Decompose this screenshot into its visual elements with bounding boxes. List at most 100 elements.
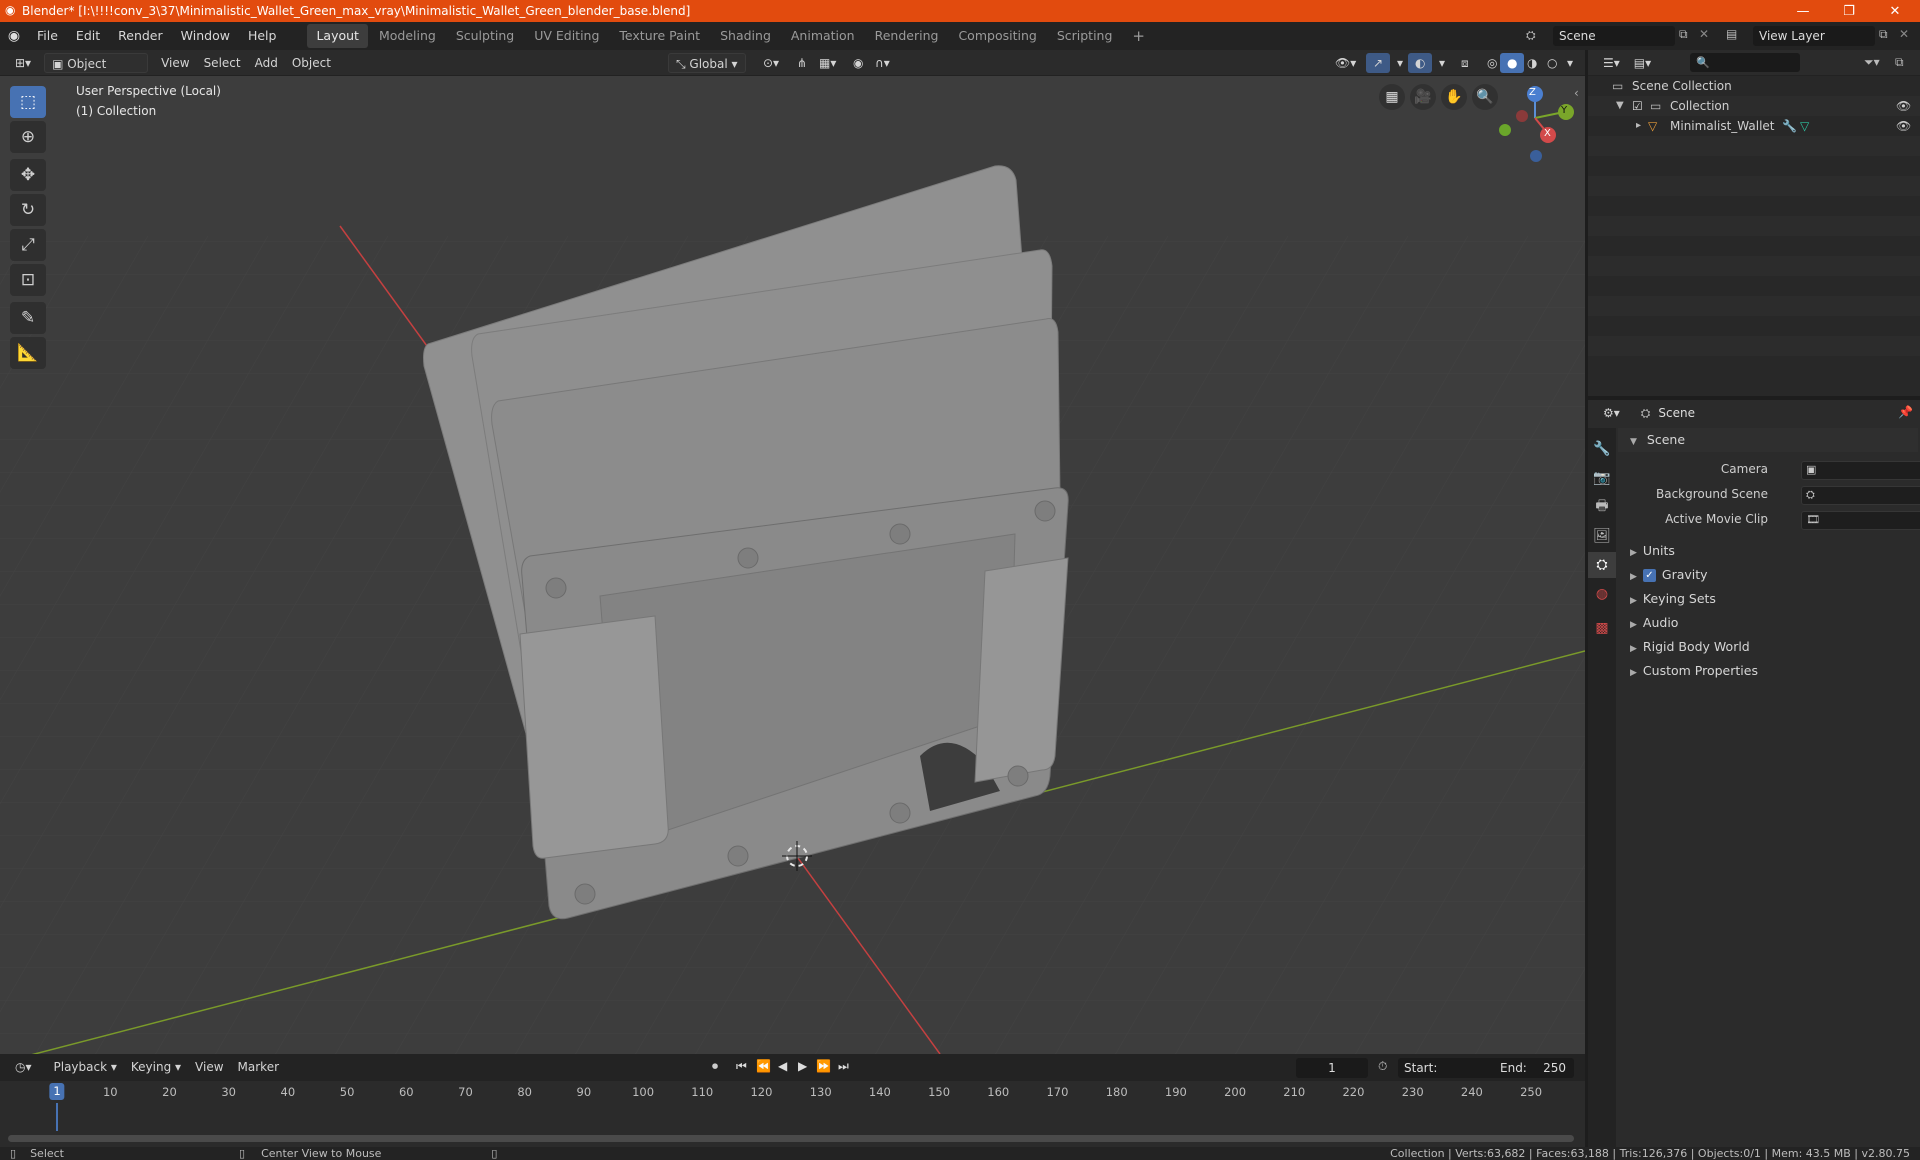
tab-uv-editing[interactable]: UV Editing xyxy=(525,24,608,48)
expand-arrow-icon[interactable]: ▼ xyxy=(1616,96,1624,116)
rigid-body-world-panel-header[interactable]: ▶ Rigid Body World xyxy=(1618,635,1918,659)
new-view-layer-icon[interactable]: ⧉ xyxy=(1879,27,1888,42)
menu-edit[interactable]: Edit xyxy=(67,22,109,50)
snap-target-icon[interactable]: ▦▾ xyxy=(812,53,843,73)
menu-help[interactable]: Help xyxy=(239,22,286,50)
pan-hand-icon[interactable]: ✋ xyxy=(1441,84,1467,110)
exclude-checkbox[interactable]: ☑ xyxy=(1632,96,1643,116)
move-tool-icon[interactable]: ✥ xyxy=(10,159,46,191)
select-box-tool-icon[interactable]: ⬚ xyxy=(10,86,46,118)
3d-viewport[interactable]: Z Y X User Perspective (Local) (1) Colle… xyxy=(0,76,1585,1054)
tab-compositing[interactable]: Compositing xyxy=(949,24,1045,48)
viewport-menu-select[interactable]: Select xyxy=(197,53,248,73)
jump-end-icon[interactable]: ⏭ xyxy=(838,1059,849,1074)
pin-icon[interactable]: 📌 xyxy=(1898,405,1913,419)
pivot-icon[interactable]: ⊙▾ xyxy=(756,53,786,73)
timeline-menu-marker[interactable]: Marker xyxy=(231,1057,286,1077)
close-button[interactable]: ✕ xyxy=(1872,0,1918,22)
transform-tool-icon[interactable]: ⊡ xyxy=(10,264,46,296)
gravity-panel-header[interactable]: ▶ ✓ Gravity xyxy=(1618,563,1918,587)
filter-icon[interactable]: ⏷▾ xyxy=(1864,55,1880,70)
navigation-gizmo[interactable] xyxy=(1499,86,1574,162)
end-frame-field[interactable]: End: 250 xyxy=(1494,1058,1574,1078)
snap-icon[interactable]: ⋔ xyxy=(790,53,814,73)
custom-properties-panel-header[interactable]: ▶ Custom Properties xyxy=(1618,659,1918,683)
viewport-menu-object[interactable]: Object xyxy=(285,53,338,73)
proportional-edit-icon[interactable]: ◉ xyxy=(846,53,870,73)
collection-visibility-eye-icon[interactable]: 👁 xyxy=(1896,96,1911,116)
playhead-line[interactable] xyxy=(56,1103,58,1131)
timeline-track-area[interactable] xyxy=(0,1103,1585,1147)
timeline-ruler[interactable]: 1 10 20 30 40 50 60 70 80 90 100 110 120 130 140 150 160… xyxy=(0,1081,1585,1103)
tab-sculpting[interactable]: Sculpting xyxy=(447,24,523,48)
sidebar-toggle-icon[interactable]: ‹ xyxy=(1574,86,1579,100)
toggle-camera-grid-icon[interactable]: ▦ xyxy=(1379,84,1405,110)
scene-panel-header[interactable]: ▼ Scene xyxy=(1618,428,1918,452)
modifier-wrench-icon[interactable]: 🔧 xyxy=(1782,116,1797,136)
world-tab-icon[interactable]: ◍ xyxy=(1588,581,1616,607)
editor-type-icon[interactable]: ⊞▾ xyxy=(8,53,38,73)
camera-view-icon[interactable]: 🎥 xyxy=(1410,84,1436,110)
display-mode-icon[interactable]: ▤▾ xyxy=(1627,53,1658,73)
object-visibility-eye-icon[interactable]: 👁 xyxy=(1896,116,1911,136)
cursor-tool-icon[interactable]: ⊕ xyxy=(10,121,46,153)
tab-shading[interactable]: Shading xyxy=(711,24,780,48)
tab-texture-paint[interactable]: Texture Paint xyxy=(610,24,709,48)
view-layer-selector[interactable]: View Layer xyxy=(1753,26,1875,46)
rotate-tool-icon[interactable]: ↻ xyxy=(10,194,46,226)
outliner-row-collection[interactable]: ▼ ☑ ▭ Collection 👁 xyxy=(1588,96,1920,116)
menu-render[interactable]: Render xyxy=(109,22,172,50)
new-collection-icon[interactable]: ⧉ xyxy=(1895,55,1904,70)
outliner-row-object[interactable]: ▸ ▽ Minimalist_Wallet 🔧 ▽ 👁 xyxy=(1588,116,1920,136)
orientation-selector[interactable]: ⤡ Global ▾ xyxy=(668,53,746,73)
falloff-icon[interactable]: ∩▾ xyxy=(868,53,897,73)
timeline-scrollbar[interactable] xyxy=(8,1135,1574,1142)
delete-view-layer-icon[interactable]: ✕ xyxy=(1899,27,1909,41)
units-panel-header[interactable]: ▶ Units xyxy=(1618,539,1918,563)
timeline-menu-playback[interactable]: Playback ▾ xyxy=(47,1057,124,1077)
viewport-menu-add[interactable]: Add xyxy=(248,53,285,73)
overlay-dropdown-icon[interactable]: ▾ xyxy=(1432,53,1452,73)
timeline-menu-view[interactable]: View xyxy=(188,1057,230,1077)
delete-scene-icon[interactable]: ✕ xyxy=(1699,27,1709,41)
add-workspace-button[interactable]: + xyxy=(1123,24,1154,48)
record-icon[interactable]: ⏺ xyxy=(712,1059,718,1074)
gravity-checkbox[interactable]: ✓ xyxy=(1642,569,1656,582)
render-tab-icon[interactable]: 📷 xyxy=(1588,465,1616,491)
current-frame-field[interactable]: 1 xyxy=(1296,1058,1368,1078)
background-scene-field[interactable]: ⛭ xyxy=(1801,486,1920,505)
outliner-editor-type-icon[interactable]: ☰▾ xyxy=(1596,53,1627,73)
scene-tab-icon[interactable]: ⛭ xyxy=(1588,552,1616,578)
jump-keyframe-forward-icon[interactable]: ⏩ xyxy=(816,1059,831,1073)
measure-tool-icon[interactable]: 📐 xyxy=(10,337,46,369)
outliner-row-scene-collection[interactable]: ▭ Scene Collection xyxy=(1588,76,1920,96)
scale-tool-icon[interactable]: ⤢ xyxy=(10,229,46,261)
active-movie-clip-field[interactable]: 🎞 xyxy=(1801,511,1920,530)
expand-arrow-icon[interactable]: ▸ xyxy=(1636,116,1641,136)
zoom-icon[interactable]: 🔍 xyxy=(1472,84,1498,110)
new-scene-icon[interactable]: ⧉ xyxy=(1679,27,1688,42)
play-icon[interactable]: ▶ xyxy=(798,1059,807,1073)
overlay-toggle-icon[interactable]: ◐ xyxy=(1408,53,1433,73)
mode-selector[interactable]: ▣ Object Mode ▾ xyxy=(44,52,149,91)
tab-layout[interactable]: Layout xyxy=(307,24,368,48)
output-tab-icon[interactable]: 🖶 xyxy=(1588,494,1616,520)
tab-rendering[interactable]: Rendering xyxy=(866,24,948,48)
properties-editor-type-icon[interactable]: ⚙▾ xyxy=(1596,403,1627,423)
outliner-search-input[interactable]: 🔍 xyxy=(1690,53,1800,72)
scene-selector[interactable]: Scene xyxy=(1553,26,1675,46)
tab-scripting[interactable]: Scripting xyxy=(1048,24,1122,48)
viewport-menu-view[interactable]: View xyxy=(154,53,196,73)
timeline-editor-type-icon[interactable]: ◷▾ xyxy=(8,1057,39,1077)
keying-sets-panel-header[interactable]: ▶ Keying Sets xyxy=(1618,587,1918,611)
menu-file[interactable]: File xyxy=(28,22,67,50)
mesh-data-icon[interactable]: ▽ xyxy=(1800,116,1809,136)
view-layer-tab-icon[interactable]: 🖼 xyxy=(1588,523,1616,549)
xray-icon[interactable]: ⧈ xyxy=(1454,53,1476,73)
timeline-menu-keying[interactable]: Keying ▾ xyxy=(124,1057,188,1077)
annotate-tool-icon[interactable]: ✎ xyxy=(10,302,46,334)
tab-modeling[interactable]: Modeling xyxy=(370,24,445,48)
gizmo-toggle-icon[interactable]: ↗ xyxy=(1366,53,1391,73)
jump-keyframe-back-icon[interactable]: ⏪ xyxy=(756,1059,771,1073)
stopwatch-icon[interactable]: ⏱ xyxy=(1378,1059,1387,1074)
